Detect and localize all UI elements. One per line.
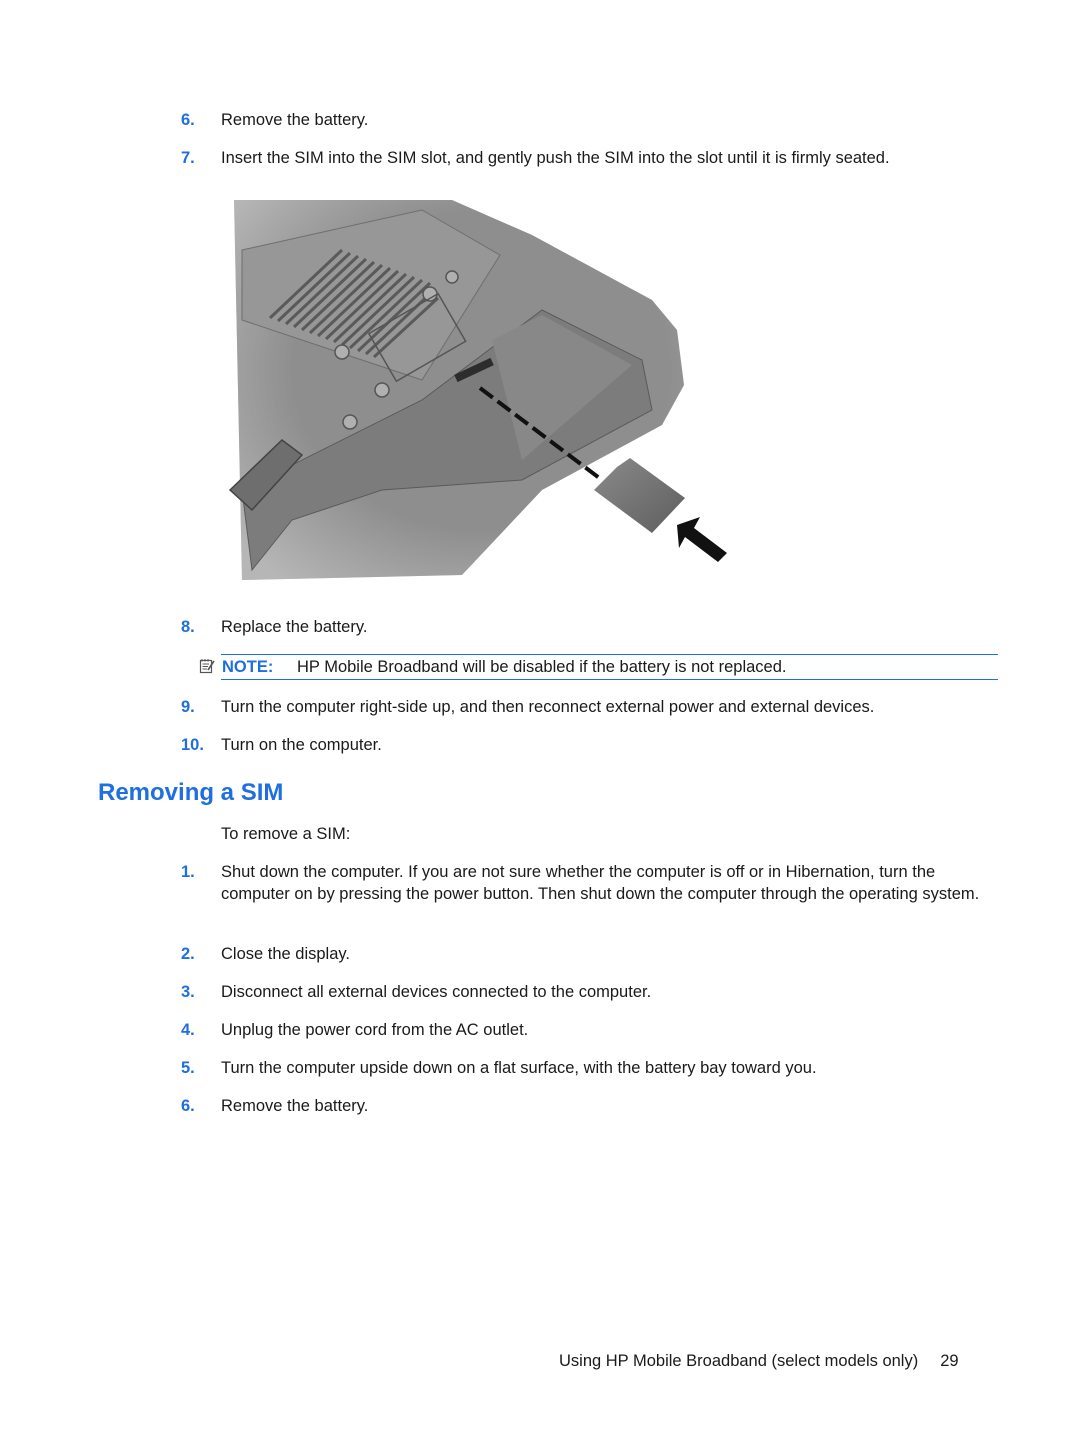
step-text: Replace the battery. (221, 618, 368, 636)
step-number: 10. (181, 736, 204, 754)
step-text: Shut down the computer. If you are not s… (221, 863, 980, 903)
step-number: 6. (181, 1097, 195, 1115)
page-footer: Using HP Mobile Broadband (select models… (559, 1350, 959, 1372)
note-box: NOTE: HP Mobile Broadband will be disabl… (199, 654, 998, 680)
step-number: 5. (181, 1059, 195, 1077)
step-text: Remove the battery. (221, 111, 369, 129)
step-number: 3. (181, 983, 195, 1001)
step-text: Unplug the power cord from the AC outlet… (221, 1021, 529, 1039)
step-number: 2. (181, 945, 195, 963)
page-number: 29 (940, 1352, 959, 1370)
step-text: Insert the SIM into the SIM slot, and ge… (221, 149, 890, 167)
step-number: 4. (181, 1021, 195, 1039)
step-number: 7. (181, 149, 195, 167)
step-number: 9. (181, 698, 195, 716)
laptop-bottom-illustration (228, 200, 727, 580)
footer-chapter-title: Using HP Mobile Broadband (select models… (559, 1352, 919, 1370)
sim-insertion-figure (222, 190, 742, 590)
step-text: Turn the computer upside down on a flat … (221, 1059, 817, 1077)
step-text: Turn on the computer. (221, 736, 382, 754)
section-heading: Removing a SIM (98, 779, 284, 806)
step-text: Remove the battery. (221, 1097, 369, 1115)
note-label: NOTE: (222, 658, 274, 676)
step-number: 6. (181, 111, 195, 129)
note-pad-icon (199, 658, 215, 674)
note-text: HP Mobile Broadband will be disabled if … (297, 658, 787, 676)
step-number: 1. (181, 863, 195, 881)
step-text: Close the display. (221, 945, 351, 963)
step-text: Disconnect all external devices connecte… (221, 983, 652, 1001)
step-text: Turn the computer right-side up, and the… (221, 698, 875, 716)
step-number: 8. (181, 618, 195, 636)
section-intro: To remove a SIM: (221, 825, 351, 843)
